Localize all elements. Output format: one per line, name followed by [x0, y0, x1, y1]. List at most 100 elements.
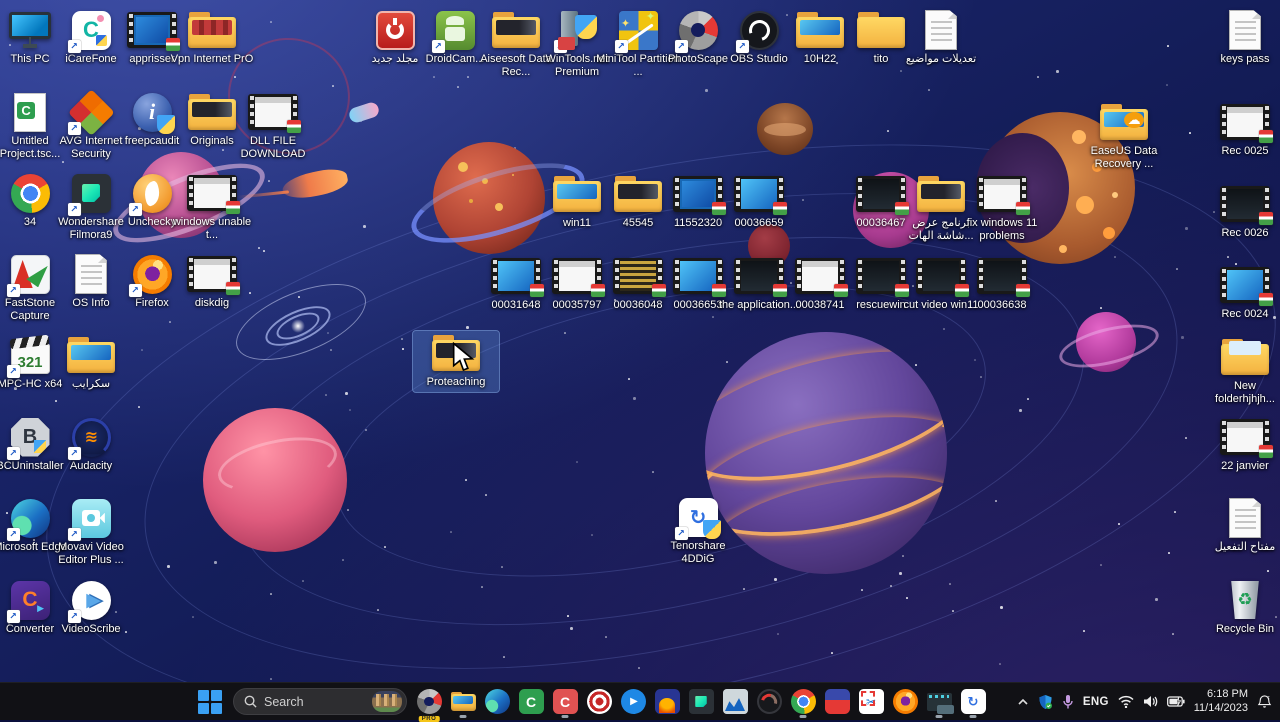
icon-label: tito: [874, 53, 889, 66]
icon-label: Audacity: [70, 460, 112, 473]
tray-date: 11/14/2023: [1194, 702, 1248, 714]
windows-security-shield-icon[interactable]: [1038, 694, 1053, 710]
taskbar-app-camtasia[interactable]: C: [514, 683, 548, 720]
taskbar-app-camtasia-recorder[interactable]: C: [548, 683, 582, 720]
icon-label: Firefox: [135, 297, 169, 310]
shortcut-arrow-icon: [7, 610, 20, 623]
shortcut-arrow-icon: [129, 284, 142, 297]
battery-icon[interactable]: [1167, 696, 1185, 707]
shortcut-arrow-icon: [675, 527, 688, 540]
desktop-icon-00036638[interactable]: 00036638: [959, 254, 1045, 315]
taskbar-app-tenorshare-4ddig[interactable]: ↻: [956, 683, 990, 720]
desktop-icon-videoscribe[interactable]: ▶VideoScribe: [48, 578, 134, 639]
hidden-icons-chevron-icon[interactable]: [1017, 696, 1029, 708]
folder-cloud-icon: ☁: [1100, 102, 1148, 142]
shortcut-arrow-icon: [68, 40, 81, 53]
desktop-icon-rec-0025[interactable]: Rec 0025: [1202, 100, 1280, 161]
shortcut-arrow-icon: [68, 122, 81, 135]
wtools-icon: [558, 10, 597, 50]
search-placeholder: Search: [264, 695, 365, 709]
desktop-icon-سكرايب[interactable]: سكرايب: [48, 333, 134, 394]
taskbar-app-firefox[interactable]: [888, 683, 922, 720]
unchk-icon: [133, 173, 172, 213]
desktop-icon-new-folderhjhjh[interactable]: New folderhjhjh...: [1202, 335, 1280, 409]
shortcut-arrow-icon: [68, 447, 81, 460]
icon-label: Originals: [190, 135, 233, 148]
wifi-icon[interactable]: [1118, 695, 1134, 708]
taskbar-app-screen-recorder[interactable]: [582, 683, 616, 720]
taskbar-app-file-explorer[interactable]: [446, 683, 480, 720]
taskbar-app-connected-display[interactable]: [922, 683, 956, 720]
desktop-icon-audacity[interactable]: ≋Audacity: [48, 415, 134, 476]
folder-open-icon: [1221, 337, 1269, 377]
vscribe-icon: ▶: [72, 580, 111, 620]
icon-label: keys pass: [1221, 53, 1270, 66]
start-button[interactable]: [197, 689, 223, 715]
desktop-icon-rec-0026[interactable]: Rec 0026: [1202, 182, 1280, 243]
camproj-icon: C: [11, 92, 50, 132]
movavi-icon: [72, 498, 111, 538]
icon-label: 10H22: [804, 53, 836, 66]
doc-icon: [1229, 498, 1261, 538]
icon-label: 00036659: [735, 217, 784, 230]
video-white-icon: [977, 174, 1027, 214]
icon-label: DLL FILE DOWNLOAD: [231, 135, 315, 161]
desktop-icon-مفتاح-التفعيل[interactable]: مفتاح التفعيل: [1202, 496, 1280, 557]
taskbar-app-aiseesoft[interactable]: [650, 683, 684, 720]
shortcut-arrow-icon: [432, 40, 445, 53]
desktop-icon-easeus-data-recovery[interactable]: ☁ EaseUS Data Recovery ...: [1081, 100, 1167, 174]
desktop-icon-00036659[interactable]: 00036659: [716, 172, 802, 233]
video-blue-icon: [1220, 265, 1270, 305]
language-indicator[interactable]: ENG: [1083, 696, 1109, 708]
microphone-icon[interactable]: [1062, 694, 1074, 710]
taskbar-app-video-cutter[interactable]: ✂: [854, 683, 888, 720]
taskbar-app-filmora[interactable]: [684, 683, 718, 720]
pscape-icon: [679, 10, 718, 50]
taskbar-app-chrome[interactable]: [786, 683, 820, 720]
desktop-icon-tenorshare-4ddig[interactable]: ↻Tenorshare 4DDiG: [655, 495, 741, 569]
ddig-icon: ↻: [679, 497, 718, 537]
desktop-icon-movavi-video-editor-plus[interactable]: Movavi Video Editor Plus ...: [48, 496, 134, 570]
desktop-icon-rec-0024[interactable]: Rec 0024: [1202, 263, 1280, 324]
running-indicator: [970, 715, 977, 718]
search-highlight-image[interactable]: [372, 691, 402, 712]
search-box[interactable]: Search: [233, 688, 407, 715]
taskbar-app-task-manager[interactable]: [718, 683, 752, 720]
desktop-icon-تعديلات-مواضيع[interactable]: تعديلات مواضيع: [898, 8, 984, 69]
desktop-icon-windows-unable-t[interactable]: windows unable t...: [169, 171, 255, 245]
desktop-icon-vpn-internet-pro[interactable]: Vpn Internet PrO: [169, 8, 255, 69]
desktop-icon-22-janvier[interactable]: 22 janvier: [1202, 415, 1280, 476]
folder-media-icon: [188, 92, 236, 132]
running-indicator: [562, 715, 569, 718]
shortcut-arrow-icon: [675, 40, 688, 53]
desktop-icon-dll-file-download[interactable]: DLL FILE DOWNLOAD: [230, 90, 316, 164]
icon-label: Rec 0025: [1221, 145, 1268, 158]
taskbar-app-media-player[interactable]: ▶: [616, 683, 650, 720]
notification-bell-icon[interactable]: z: [1257, 694, 1272, 709]
pc-icon: [9, 10, 51, 50]
obs-icon: [740, 10, 779, 50]
clock[interactable]: 6:18 PM 11/14/2023: [1194, 688, 1248, 716]
folder-media-blue-icon: [553, 174, 601, 214]
icon-label: Rec 0026: [1221, 227, 1268, 240]
volume-icon[interactable]: [1143, 695, 1158, 708]
desktop-icon-fix-windows-11-problems[interactable]: fix windows 11 problems: [959, 172, 1045, 246]
desktop-icon-diskdig[interactable]: diskdig: [169, 252, 255, 313]
video-white-icon: [1220, 102, 1270, 142]
taskbar-app-edge[interactable]: [480, 683, 514, 720]
taskbar-app-movavi[interactable]: [820, 683, 854, 720]
folder-red-icon: [188, 10, 236, 50]
icon-label: Converter: [6, 623, 54, 636]
desktop-icon-keys-pass[interactable]: keys pass: [1202, 8, 1280, 69]
icon-label: Recycle Bin: [1216, 623, 1274, 636]
icon-label: Vpn Internet PrO: [171, 53, 254, 66]
icon-label: win11: [563, 217, 591, 230]
desktop-icon-recycle-bin[interactable]: ♻ Recycle Bin: [1202, 578, 1280, 639]
shortcut-arrow-icon: [129, 203, 142, 216]
taskbar-app-screencast[interactable]: [752, 683, 786, 720]
shortcut-arrow-icon: [7, 528, 20, 541]
icon-label: This PC: [10, 53, 49, 66]
doc-icon: [1229, 10, 1261, 50]
taskbar-app-photoscape-x-pro[interactable]: PRO: [412, 683, 446, 720]
shortcut-arrow-icon: [7, 365, 20, 378]
